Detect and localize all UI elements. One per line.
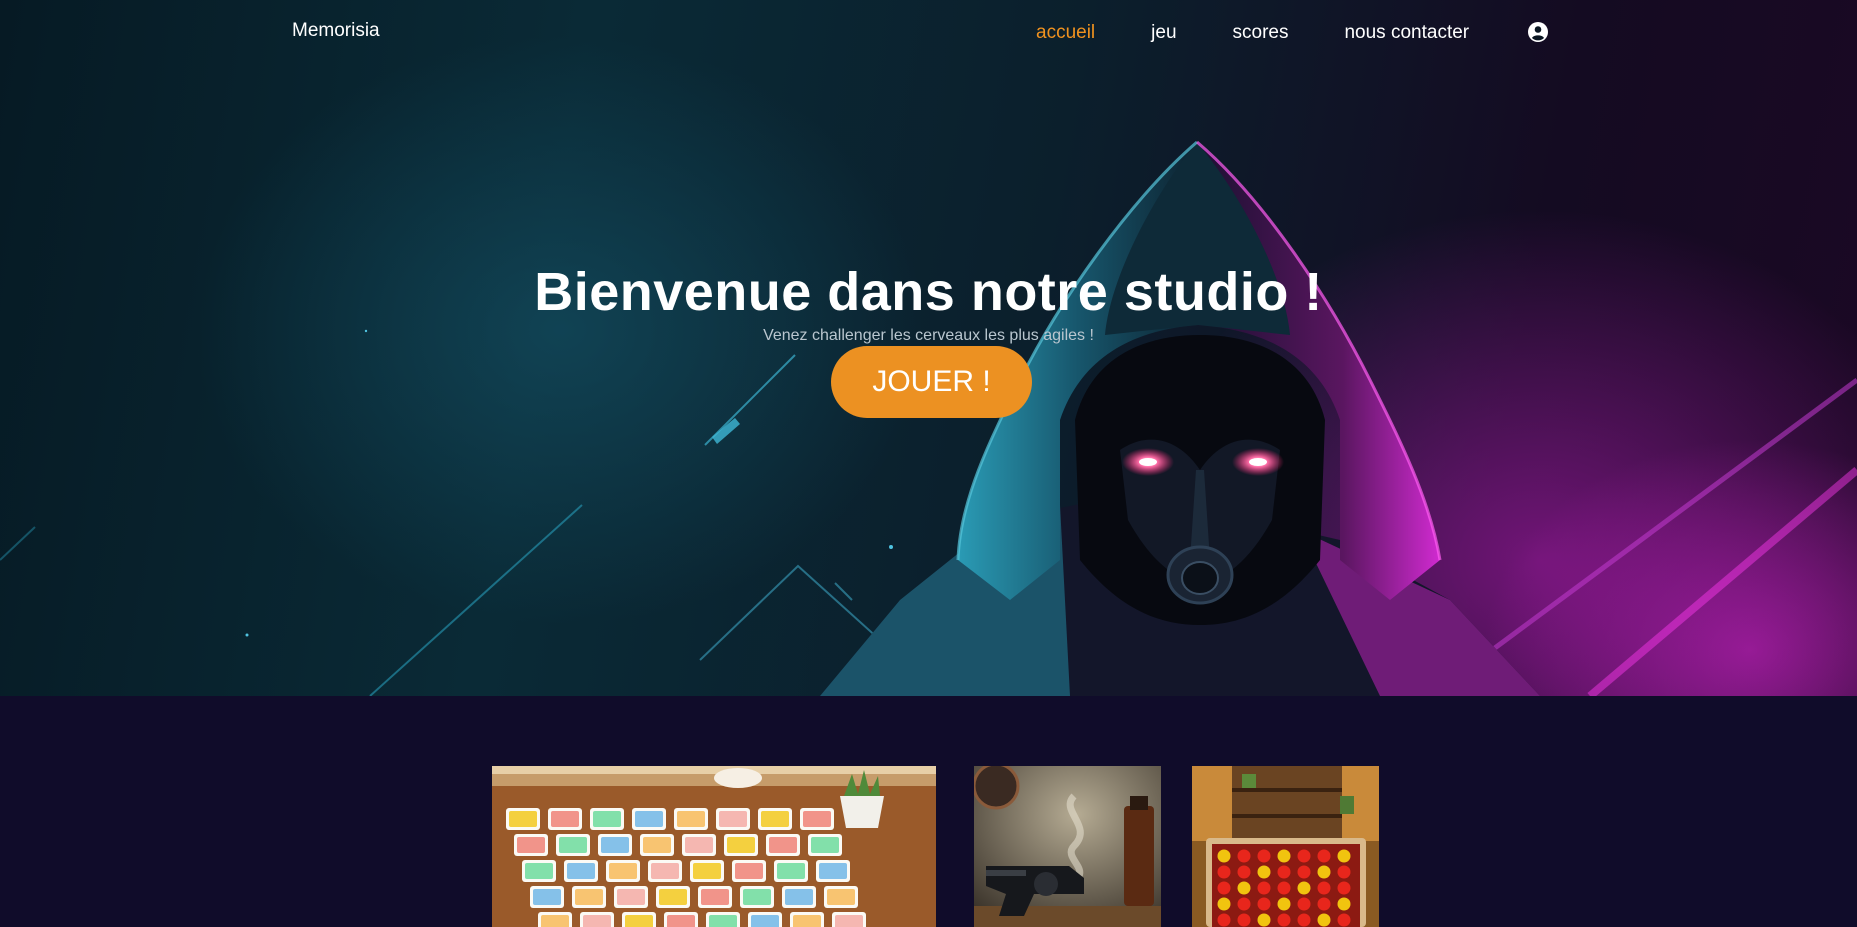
connect-four-disc: [1257, 849, 1271, 863]
memory-card-face: [827, 889, 855, 905]
connect-four-disc: [1217, 849, 1231, 863]
nav-link-scores[interactable]: scores: [1233, 22, 1289, 44]
connect-four-disc: [1237, 913, 1251, 927]
connect-four-disc: [1217, 897, 1231, 911]
connect-four-disc: [1317, 865, 1331, 879]
memory-card-face: [793, 915, 821, 927]
memory-card-face: [667, 915, 695, 927]
brand-logo[interactable]: Memorisia: [292, 20, 380, 42]
user-circle-icon[interactable]: [1528, 22, 1548, 42]
game-card-memory[interactable]: [492, 766, 936, 927]
revolver-image: [974, 766, 1161, 927]
memory-card-face: [803, 811, 831, 827]
memory-card-face: [533, 889, 561, 905]
connect-four-disc: [1337, 913, 1351, 927]
connect-four-disc: [1317, 849, 1331, 863]
memory-card-face: [743, 889, 771, 905]
memory-card-face: [659, 889, 687, 905]
connect-four-image: [1192, 766, 1379, 927]
game-card-connect-four[interactable]: [1192, 766, 1379, 927]
hero-subtitle: Venez challenger les cerveaux les plus a…: [763, 327, 1094, 344]
memory-card-face: [541, 915, 569, 927]
memory-card-face: [677, 811, 705, 827]
memory-card-face: [609, 863, 637, 879]
memory-card-face: [601, 837, 629, 853]
memory-card-face: [551, 811, 579, 827]
memory-card-face: [709, 915, 737, 927]
memory-card-face: [777, 863, 805, 879]
games-section: [0, 696, 1857, 927]
connect-four-disc: [1317, 881, 1331, 895]
memory-card-face: [769, 837, 797, 853]
memory-card-face: [719, 811, 747, 827]
memory-card-face: [509, 811, 537, 827]
connect-four-disc: [1277, 865, 1291, 879]
memory-card-face: [701, 889, 729, 905]
memory-card-face: [525, 863, 553, 879]
connect-four-disc: [1217, 865, 1231, 879]
memory-card-face: [593, 811, 621, 827]
memory-card-face: [651, 863, 679, 879]
hero-text: Bienvenue dans notre studio ! Venez chal…: [0, 258, 1857, 346]
connect-four-disc: [1337, 865, 1351, 879]
memory-card-face: [785, 889, 813, 905]
connect-four-disc: [1337, 897, 1351, 911]
connect-four-disc: [1297, 897, 1311, 911]
connect-four-disc: [1277, 849, 1291, 863]
connect-four-disc: [1237, 881, 1251, 895]
connect-four-disc: [1257, 865, 1271, 879]
connect-four-disc: [1237, 849, 1251, 863]
nav-link-jeu[interactable]: jeu: [1151, 22, 1176, 44]
top-navbar: Memorisia accueil jeu scores nous contac…: [0, 0, 1857, 66]
memory-card-face: [625, 915, 653, 927]
connect-four-disc: [1317, 913, 1331, 927]
connect-four-disc: [1217, 913, 1231, 927]
connect-four-disc: [1297, 849, 1311, 863]
connect-four-disc: [1297, 913, 1311, 927]
connect-four-disc: [1237, 865, 1251, 879]
connect-four-disc: [1237, 897, 1251, 911]
connect-four-disc: [1257, 897, 1271, 911]
memory-card-face: [617, 889, 645, 905]
connect-four-disc: [1257, 913, 1271, 927]
connect-four-disc: [1337, 881, 1351, 895]
connect-four-disc: [1277, 881, 1291, 895]
connect-four-disc: [1277, 897, 1291, 911]
connect-four-disc: [1297, 865, 1311, 879]
connect-four-disc: [1277, 913, 1291, 927]
connect-four-disc: [1297, 881, 1311, 895]
memory-card-face: [761, 811, 789, 827]
memory-card-face: [575, 889, 603, 905]
game-card-revolver[interactable]: [974, 766, 1161, 927]
connect-four-disc: [1257, 881, 1271, 895]
connect-four-disc: [1217, 881, 1231, 895]
memory-card-face: [635, 811, 663, 827]
memory-card-face: [727, 837, 755, 853]
memory-card-face: [835, 915, 863, 927]
memory-cards-image: [492, 766, 936, 927]
memory-card-face: [693, 863, 721, 879]
memory-card-face: [583, 915, 611, 927]
connect-four-disc: [1337, 849, 1351, 863]
memory-card-face: [735, 863, 763, 879]
hero-title: Bienvenue dans notre studio !: [534, 262, 1323, 322]
memory-card-face: [685, 837, 713, 853]
play-button[interactable]: JOUER !: [831, 346, 1032, 418]
nav-link-accueil[interactable]: accueil: [1036, 22, 1095, 44]
memory-card-face: [751, 915, 779, 927]
memory-card-face: [811, 837, 839, 853]
nav-links: accueil jeu scores nous contacter: [1036, 22, 1525, 44]
memory-card-face: [567, 863, 595, 879]
memory-card-face: [643, 837, 671, 853]
memory-card-face: [517, 837, 545, 853]
memory-card-face: [559, 837, 587, 853]
memory-card-face: [819, 863, 847, 879]
nav-link-nous-contacter[interactable]: nous contacter: [1344, 22, 1469, 44]
connect-four-disc: [1317, 897, 1331, 911]
